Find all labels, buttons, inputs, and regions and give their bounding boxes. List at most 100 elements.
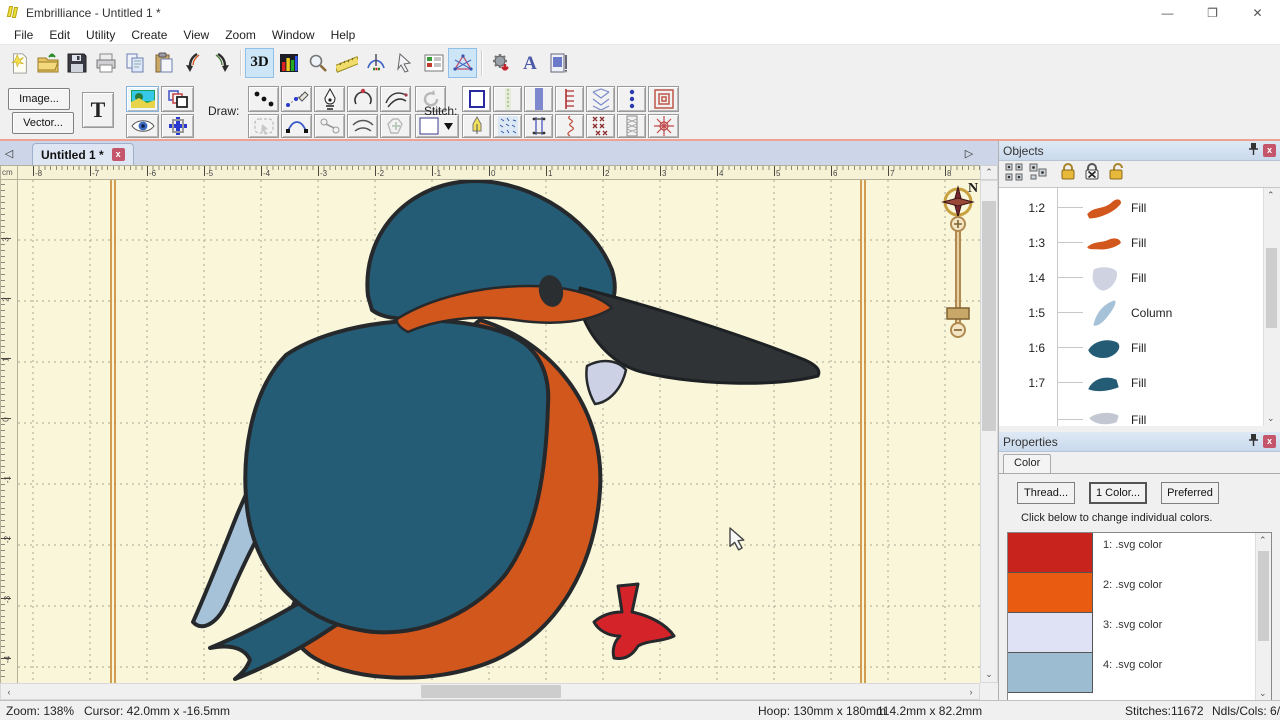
tab-close-icon[interactable]: x xyxy=(112,148,125,161)
canvas-vertical-scrollbar[interactable]: ⌄ xyxy=(980,180,998,683)
menu-view[interactable]: View xyxy=(175,26,217,44)
canvas-scroll-left-arrow[interactable]: ‹ xyxy=(1,684,17,700)
draw-points-tool[interactable] xyxy=(248,86,279,112)
curve-pair-tool[interactable] xyxy=(347,114,378,138)
stitch-bean-tool[interactable] xyxy=(617,86,646,112)
tab-prev-arrow[interactable]: ◁ xyxy=(0,147,18,160)
object-row-1-6[interactable]: 1:6 Fill xyxy=(999,330,1263,365)
close-button[interactable]: ✕ xyxy=(1235,0,1280,25)
stitch-mesh-tool[interactable] xyxy=(617,114,646,138)
canvas-zoom-slider[interactable] xyxy=(947,217,969,337)
split-line-tool[interactable] xyxy=(314,114,345,138)
design-canvas[interactable]: N xyxy=(18,180,980,683)
zoom-slider-thumb[interactable] xyxy=(947,308,969,319)
color-swatch-1[interactable] xyxy=(1008,533,1093,573)
kingfisher-design[interactable] xyxy=(193,181,819,679)
color-row-1[interactable]: 1: .svg color xyxy=(1008,533,1255,573)
color-chart-button[interactable] xyxy=(274,48,303,78)
color-row-4[interactable]: 4: .svg color xyxy=(1008,653,1255,693)
stitch-snowflake-tool[interactable] xyxy=(648,114,679,138)
stitch-squiggle-tool[interactable] xyxy=(555,114,584,138)
bezier-arc-tool[interactable] xyxy=(281,114,312,138)
color-list-scrollbar[interactable]: ⌃ ⌄ xyxy=(1255,533,1271,701)
preferred-button[interactable]: Preferred xyxy=(1161,482,1219,504)
redo-button[interactable] xyxy=(207,48,236,78)
ungroup-objects-icon[interactable] xyxy=(1029,163,1047,186)
menu-help[interactable]: Help xyxy=(323,26,364,44)
draw-pen-tool[interactable] xyxy=(314,86,345,112)
menu-utility[interactable]: Utility xyxy=(78,26,123,44)
stitch-satin-column-tool[interactable] xyxy=(524,86,553,112)
stitch-applique-tool[interactable] xyxy=(462,114,491,138)
canvas-scroll-down-arrow[interactable]: ⌄ xyxy=(981,666,997,682)
measure-button[interactable] xyxy=(332,48,361,78)
stitch-crosstie-tool[interactable] xyxy=(524,114,553,138)
menu-zoom[interactable]: Zoom xyxy=(217,26,264,44)
text-tool-button[interactable]: T xyxy=(82,92,114,128)
group-objects-icon[interactable] xyxy=(1005,163,1023,186)
select-pointer-button[interactable] xyxy=(390,48,419,78)
menu-create[interactable]: Create xyxy=(123,26,175,44)
tab-untitled-1[interactable]: Untitled 1 * x xyxy=(32,143,134,165)
notes-button[interactable] xyxy=(544,48,573,78)
draw-line-tool[interactable] xyxy=(281,86,312,112)
lock-icon[interactable] xyxy=(1059,163,1077,185)
object-row-1-5[interactable]: 1:5 Column xyxy=(999,295,1263,330)
properties-close-icon[interactable]: x xyxy=(1263,435,1276,448)
color-row-2[interactable]: 2: .svg color xyxy=(1008,573,1255,613)
stitch-outline-tool[interactable] xyxy=(462,86,491,112)
one-color-button[interactable]: 1 Color... xyxy=(1089,482,1147,504)
stitch-cross-stitch-tool[interactable] xyxy=(586,114,615,138)
tab-color[interactable]: Color xyxy=(1003,454,1051,473)
color-row-3[interactable]: 3: .svg color xyxy=(1008,613,1255,653)
restore-button[interactable]: ❐ xyxy=(1190,0,1235,25)
paste-button[interactable] xyxy=(149,48,178,78)
lettering-button[interactable]: A xyxy=(515,48,544,78)
menu-window[interactable]: Window xyxy=(264,26,323,44)
design-window-button[interactable] xyxy=(448,48,477,78)
new-button[interactable] xyxy=(4,48,33,78)
stitch-simulator-button[interactable] xyxy=(361,48,390,78)
copy-button[interactable] xyxy=(120,48,149,78)
colors-scroll-down[interactable]: ⌄ xyxy=(1259,688,1267,699)
h-scroll-thumb[interactable] xyxy=(421,685,561,698)
canvas-scroll-right-arrow[interactable]: › xyxy=(963,684,979,700)
draw-freehand-tool[interactable] xyxy=(380,86,411,112)
undo-button[interactable] xyxy=(178,48,207,78)
3d-view-toggle[interactable]: 3D xyxy=(245,48,274,78)
open-button[interactable] xyxy=(33,48,62,78)
settings-gear-button[interactable] xyxy=(486,48,515,78)
unlock-icon[interactable] xyxy=(1107,163,1127,185)
color-swatch-4[interactable] xyxy=(1008,653,1093,693)
objects-scrollbar[interactable]: ⌃ ⌄ xyxy=(1263,188,1280,426)
stitch-echo-tool[interactable] xyxy=(648,86,679,112)
objects-scroll-thumb[interactable] xyxy=(1266,248,1277,328)
objects-close-icon[interactable]: x xyxy=(1263,144,1276,157)
lock-x-icon[interactable] xyxy=(1083,163,1101,185)
menu-file[interactable]: File xyxy=(6,26,41,44)
colors-scroll-thumb[interactable] xyxy=(1258,551,1269,641)
print-button[interactable] xyxy=(91,48,120,78)
thread-button[interactable]: Thread... xyxy=(1017,482,1075,504)
objects-scroll-up[interactable]: ⌃ xyxy=(1267,190,1275,201)
visibility-eye-button[interactable] xyxy=(126,114,159,138)
objects-scroll-down[interactable]: ⌄ xyxy=(1267,413,1275,424)
move-center-button[interactable] xyxy=(161,114,194,138)
lasso-select-tool[interactable] xyxy=(248,114,279,138)
color-swatch-3[interactable] xyxy=(1008,613,1093,653)
object-row-1-7[interactable]: 1:7 Fill xyxy=(999,365,1263,400)
object-row-1-2[interactable]: 1:2 Fill xyxy=(999,190,1263,225)
minimize-button[interactable]: — xyxy=(1145,0,1190,25)
stitch-blanket-tool[interactable] xyxy=(555,86,584,112)
pin-icon[interactable] xyxy=(1249,433,1258,451)
object-row-1-8[interactable]: 1:8 Fill xyxy=(999,402,1263,426)
stitch-lattice-fill-tool[interactable] xyxy=(586,86,615,112)
pin-icon[interactable] xyxy=(1249,142,1258,160)
zoom-tool-button[interactable] xyxy=(303,48,332,78)
object-row-1-4[interactable]: 1:4 Fill xyxy=(999,260,1263,295)
v-scroll-thumb[interactable] xyxy=(982,201,996,431)
draw-circle-tool[interactable] xyxy=(347,86,378,112)
show-image-toggle[interactable] xyxy=(126,86,159,112)
menu-edit[interactable]: Edit xyxy=(41,26,78,44)
tab-next-arrow[interactable]: ▷ xyxy=(960,147,978,160)
